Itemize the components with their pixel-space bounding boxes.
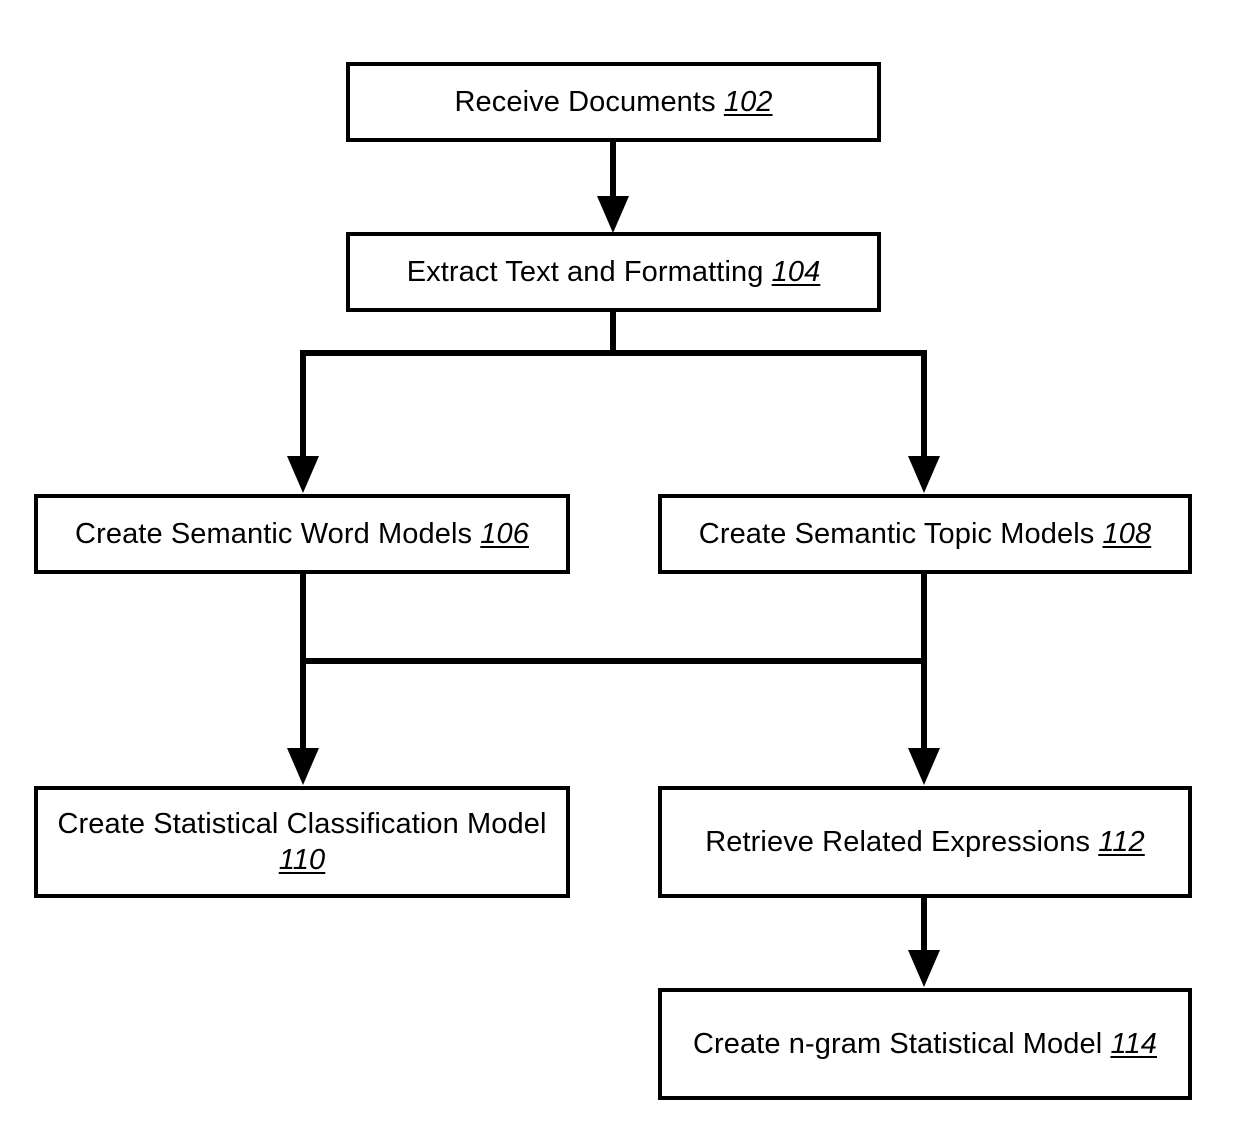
branch-104-to-106-and-108 bbox=[287, 312, 940, 493]
node-label: Create Statistical Classification Model … bbox=[43, 806, 560, 879]
flowchart-canvas: Receive Documents 102 Extract Text and F… bbox=[0, 0, 1240, 1145]
node-label: Extract Text and Formatting 104 bbox=[393, 254, 835, 290]
node-label: Retrieve Related Expressions 112 bbox=[691, 824, 1159, 860]
node-text: Extract Text and Formatting bbox=[406, 255, 764, 288]
node-reference-number: 102 bbox=[723, 85, 773, 118]
node-reference-number: 106 bbox=[480, 517, 529, 550]
node-reference-number: 108 bbox=[1102, 517, 1152, 550]
node-create-n-gram-statistical-model[interactable]: Create n-gram Statistical Model 114 bbox=[658, 988, 1192, 1100]
node-label: Create Semantic Topic Models 108 bbox=[685, 516, 1165, 552]
node-extract-text-and-formatting[interactable]: Extract Text and Formatting 104 bbox=[346, 232, 881, 312]
node-text: Create Semantic Topic Models bbox=[698, 517, 1095, 550]
arrow-102-to-104 bbox=[597, 142, 629, 233]
arrow-108-to-112 bbox=[908, 574, 940, 785]
node-reference-number: 114 bbox=[1110, 1027, 1157, 1060]
arrow-112-to-114 bbox=[908, 898, 940, 987]
node-text: Receive Documents bbox=[454, 85, 716, 118]
node-create-semantic-topic-models[interactable]: Create Semantic Topic Models 108 bbox=[658, 494, 1192, 574]
node-create-semantic-word-models[interactable]: Create Semantic Word Models 106 bbox=[34, 494, 570, 574]
node-reference-number: 104 bbox=[771, 255, 821, 288]
node-label: Create Semantic Word Models 106 bbox=[61, 516, 543, 552]
node-text: Create Statistical Classification Model bbox=[57, 807, 547, 840]
node-label: Receive Documents 102 bbox=[440, 84, 786, 120]
node-reference-number: 112 bbox=[1098, 825, 1145, 858]
node-text: Retrieve Related Expressions bbox=[705, 825, 1091, 858]
node-label: Create n-gram Statistical Model 114 bbox=[679, 1026, 1171, 1062]
node-text: Create n-gram Statistical Model bbox=[693, 1027, 1103, 1060]
node-text: Create Semantic Word Models bbox=[75, 517, 473, 550]
node-reference-number: 110 bbox=[278, 844, 326, 876]
node-create-statistical-classification-model[interactable]: Create Statistical Classification Model … bbox=[34, 786, 570, 898]
arrow-106-to-110 bbox=[287, 574, 319, 785]
node-retrieve-related-expressions[interactable]: Retrieve Related Expressions 112 bbox=[658, 786, 1192, 898]
node-receive-documents[interactable]: Receive Documents 102 bbox=[346, 62, 881, 142]
